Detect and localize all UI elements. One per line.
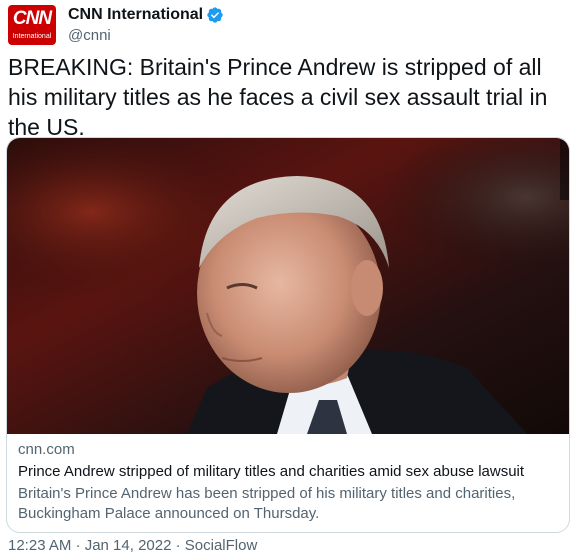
avatar[interactable]: CNN International [8,5,56,45]
account-names: CNN International @cnni [68,5,224,45]
tweet-text: BREAKING: Britain's Prince Andrew is str… [8,54,548,140]
display-name[interactable]: CNN International [68,6,203,24]
name-row: CNN International [68,6,224,24]
tweet-timestamp[interactable]: 12:23 AM · Jan 14, 2022 · SocialFlow [8,537,257,554]
card-image [7,138,569,434]
verified-badge-icon [206,6,224,24]
avatar-logo-text: CNN [12,8,52,29]
link-card[interactable]: cnn.com Prince Andrew stripped of milita… [6,137,570,533]
card-domain: cnn.com [18,441,75,458]
card-title[interactable]: Prince Andrew stripped of military title… [18,462,558,482]
tweet-header: CNN International CNN International @cnn… [8,5,224,45]
card-description: Britain's Prince Andrew has been strippe… [18,485,516,522]
account-handle[interactable]: @cnni [68,27,224,44]
avatar-logo-subtext: International [12,33,52,40]
card-meta: cnn.com Prince Andrew stripped of milita… [18,440,558,524]
tweet: CNN International CNN International @cnn… [0,0,574,560]
